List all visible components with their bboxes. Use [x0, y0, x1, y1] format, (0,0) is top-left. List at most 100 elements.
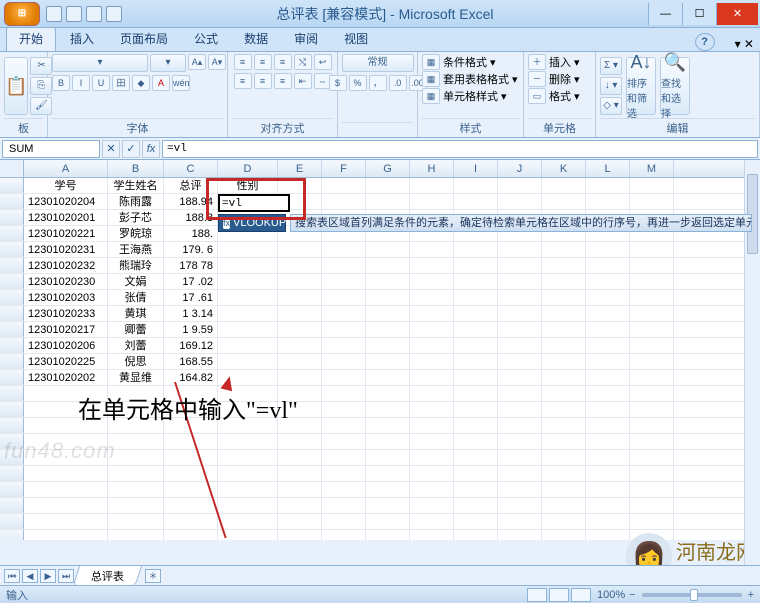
cell[interactable]	[218, 306, 278, 321]
cell[interactable]	[410, 434, 454, 449]
cell[interactable]	[410, 386, 454, 401]
cell[interactable]	[542, 530, 586, 540]
cell[interactable]	[630, 482, 674, 497]
cell[interactable]	[542, 290, 586, 305]
cell[interactable]	[366, 290, 410, 305]
tab-pagelayout[interactable]: 页面布局	[108, 27, 180, 51]
cell[interactable]	[454, 194, 498, 209]
cell[interactable]	[366, 530, 410, 540]
page-layout-view-icon[interactable]	[549, 588, 569, 602]
insert-button[interactable]: 插入 ▾	[549, 54, 580, 70]
cell[interactable]: 17 .61	[164, 290, 218, 305]
cell[interactable]	[586, 514, 630, 529]
formula-input[interactable]: =vl	[162, 140, 758, 158]
cell[interactable]	[278, 354, 322, 369]
cell[interactable]: 王海燕	[108, 242, 164, 257]
cell[interactable]	[586, 306, 630, 321]
cell[interactable]	[454, 242, 498, 257]
cell[interactable]	[410, 498, 454, 513]
cell[interactable]	[586, 242, 630, 257]
row-header[interactable]	[0, 306, 24, 321]
cell[interactable]	[322, 418, 366, 433]
cell[interactable]	[278, 370, 322, 385]
row-header[interactable]	[0, 210, 24, 225]
cell[interactable]	[322, 274, 366, 289]
cell[interactable]: 卿蕾	[108, 322, 164, 337]
cell[interactable]	[454, 450, 498, 465]
cell[interactable]	[630, 450, 674, 465]
cell[interactable]	[278, 274, 322, 289]
cell[interactable]	[410, 322, 454, 337]
cell[interactable]: 黄显维	[108, 370, 164, 385]
cell[interactable]	[322, 370, 366, 385]
cell[interactable]	[366, 450, 410, 465]
cell[interactable]: 179. 6	[164, 242, 218, 257]
table-row[interactable]	[0, 514, 760, 530]
cell[interactable]	[322, 514, 366, 529]
row-header[interactable]	[0, 178, 24, 193]
table-row[interactable]: 12301020230文娟17 .02	[0, 274, 760, 290]
row-header[interactable]	[0, 386, 24, 401]
percent-icon[interactable]: %	[349, 75, 367, 91]
help-button[interactable]: ?	[695, 33, 715, 51]
cell[interactable]	[542, 498, 586, 513]
cell[interactable]	[542, 322, 586, 337]
cell[interactable]	[498, 290, 542, 305]
conditional-format-button[interactable]: 条件格式 ▾	[443, 54, 496, 70]
cell[interactable]	[586, 466, 630, 481]
cell[interactable]	[454, 514, 498, 529]
currency-icon[interactable]: $	[329, 75, 347, 91]
autosum-button[interactable]: Σ ▾	[600, 57, 622, 75]
cell[interactable]	[542, 258, 586, 273]
cell[interactable]	[410, 482, 454, 497]
underline-button[interactable]: U	[92, 75, 110, 91]
cell[interactable]	[322, 434, 366, 449]
col-header-H[interactable]: H	[410, 160, 454, 177]
cell[interactable]	[630, 434, 674, 449]
col-header-F[interactable]: F	[322, 160, 366, 177]
cell[interactable]	[586, 322, 630, 337]
table-row[interactable]	[0, 498, 760, 514]
cell[interactable]	[454, 482, 498, 497]
cell[interactable]	[542, 514, 586, 529]
cell[interactable]	[630, 418, 674, 433]
select-all-corner[interactable]	[0, 160, 24, 177]
cell[interactable]	[630, 242, 674, 257]
cell[interactable]	[454, 322, 498, 337]
fill-button[interactable]: ↓ ▾	[600, 77, 622, 95]
cell[interactable]	[218, 482, 278, 497]
cell[interactable]	[498, 386, 542, 401]
table-row[interactable]: 12301020203张倩17 .61	[0, 290, 760, 306]
cell[interactable]	[164, 466, 218, 481]
function-autocomplete-item[interactable]: fx VLOOKUP	[218, 214, 286, 232]
cell[interactable]	[322, 338, 366, 353]
cell[interactable]	[498, 242, 542, 257]
cell[interactable]	[498, 194, 542, 209]
cell[interactable]	[322, 354, 366, 369]
cell[interactable]	[410, 178, 454, 193]
cell[interactable]	[498, 514, 542, 529]
sheet-nav-last-icon[interactable]: ⏭	[58, 569, 74, 583]
cell[interactable]	[542, 194, 586, 209]
cell[interactable]	[454, 354, 498, 369]
cell[interactable]	[24, 530, 108, 540]
cell[interactable]	[586, 418, 630, 433]
cell[interactable]: 17 .02	[164, 274, 218, 289]
cell[interactable]: 12301020217	[24, 322, 108, 337]
cell[interactable]	[366, 258, 410, 273]
cell[interactable]	[278, 514, 322, 529]
zoom-slider[interactable]	[642, 593, 742, 597]
cell[interactable]	[454, 274, 498, 289]
cell[interactable]	[630, 354, 674, 369]
cell[interactable]	[542, 386, 586, 401]
table-row[interactable]: 12301020217卿蕾1 9.59	[0, 322, 760, 338]
col-header-I[interactable]: I	[454, 160, 498, 177]
cell[interactable]	[410, 402, 454, 417]
cell[interactable]	[630, 274, 674, 289]
row-header[interactable]	[0, 498, 24, 513]
cell[interactable]: 张倩	[108, 290, 164, 305]
table-row[interactable]	[0, 482, 760, 498]
office-button[interactable]: ⊞	[4, 2, 40, 26]
cell[interactable]	[218, 274, 278, 289]
fill-color-button[interactable]: ◆	[132, 75, 150, 91]
